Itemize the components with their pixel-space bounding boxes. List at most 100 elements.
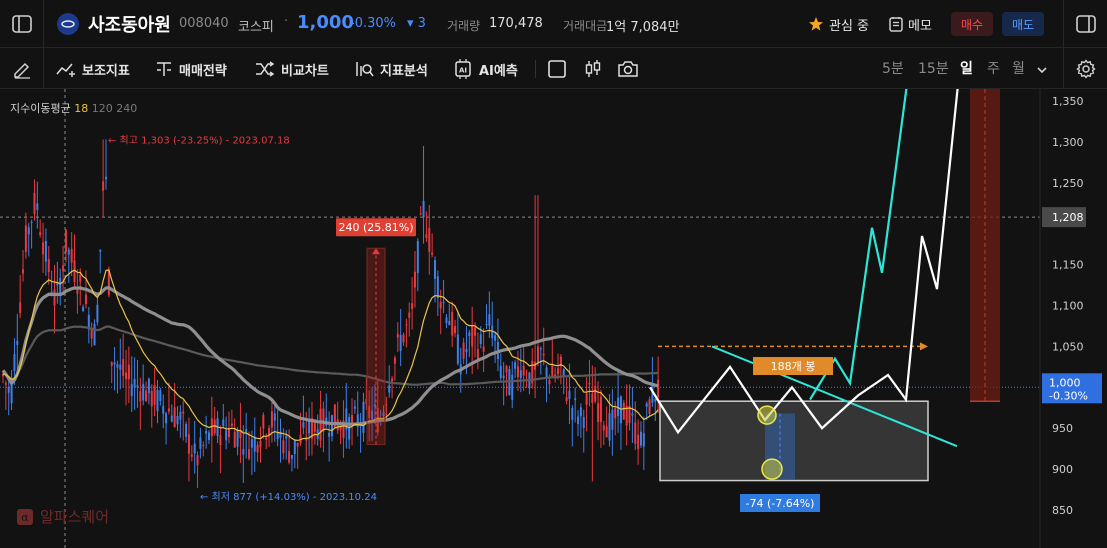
candle-body — [465, 349, 468, 353]
right-panel-toggle-button[interactable] — [1063, 0, 1107, 48]
candle-body — [256, 444, 259, 453]
candle-body — [147, 378, 150, 394]
candle-body — [516, 366, 519, 378]
candle-body — [439, 302, 442, 309]
candle-body — [7, 386, 10, 393]
buy-button[interactable]: 매수 — [951, 12, 993, 36]
watermark-text: 알파스퀘어 — [40, 508, 110, 526]
memo-label: 메모 — [908, 18, 932, 34]
memo-button[interactable]: 메모 — [889, 12, 932, 36]
candle-body — [185, 424, 188, 437]
candle-body — [551, 364, 554, 378]
layout-button[interactable] — [545, 57, 569, 81]
candle-body — [233, 431, 236, 448]
candle-body — [588, 383, 591, 385]
stock-header: 사조동아원 008040 코스피 · 1,000 -0.30% ▾ 3 거래량 … — [0, 0, 1107, 48]
favorite-button[interactable]: 관심 중 — [808, 12, 869, 36]
sidebar-toggle-button[interactable] — [0, 0, 44, 48]
candle-body — [428, 228, 431, 252]
candle-body — [250, 439, 253, 448]
timeframe-day[interactable]: 일 — [960, 58, 973, 78]
candle-body — [422, 200, 425, 218]
candle-body — [76, 289, 79, 294]
candle-body — [10, 384, 13, 404]
candle-body — [130, 384, 133, 397]
candle-body — [145, 390, 148, 402]
candle-body — [67, 249, 70, 255]
stock-name[interactable]: 사조동아원 — [88, 11, 171, 37]
candle-body — [167, 408, 170, 412]
ai-predict-button[interactable]: AI AI예측 — [453, 57, 518, 81]
candle-body — [282, 440, 285, 454]
timeframe-week[interactable]: 주 — [987, 58, 1000, 78]
price-tick-label: 1,250 — [1052, 177, 1084, 190]
candle-body — [471, 325, 474, 347]
chart-settings-button[interactable] — [1063, 48, 1107, 89]
candle-body — [582, 417, 585, 428]
candle-body — [502, 375, 505, 379]
candle-body — [27, 227, 30, 235]
candle-body — [150, 390, 153, 407]
stock-code: 008040 — [179, 16, 229, 31]
candle-body — [125, 372, 128, 380]
candle-body — [362, 401, 365, 433]
bars-count-label: 188개 봉 — [771, 360, 816, 373]
right-panel-icon — [1075, 15, 1096, 33]
candle-body — [499, 365, 502, 378]
price-chart[interactable]: 1,350 1,300 1,250 1,150 1,100 1,050 950 900 850 1… — [0, 89, 1107, 548]
candle-body — [182, 411, 185, 414]
candle-body — [236, 429, 239, 447]
candle-type-button[interactable] — [581, 57, 605, 81]
screenshot-button[interactable] — [616, 57, 640, 81]
candle-body — [319, 408, 322, 441]
candle — [622, 399, 625, 420]
candle-body — [113, 362, 116, 365]
svg-text:AI: AI — [459, 67, 467, 75]
sidebar-panel-icon — [11, 15, 32, 33]
candle-body — [393, 357, 396, 364]
timeframe-5min[interactable]: 5분 — [882, 58, 904, 78]
candle-body — [416, 241, 419, 273]
ma240-period: 240 — [116, 102, 138, 115]
candle-body — [405, 324, 408, 326]
chart-toolbar: 보조지표 매매전략 비교차트 지표분석 AI AI예측 5분 15분 일 주 월 — [0, 48, 1107, 89]
candle-body — [93, 323, 96, 346]
candle-body — [293, 440, 296, 454]
price-axis[interactable] — [1040, 89, 1107, 548]
crosshair-price-label: 1,208 — [1052, 211, 1084, 224]
sell-button[interactable]: 매도 — [1002, 12, 1044, 36]
candle-body — [408, 312, 411, 318]
separator-dot: · — [284, 14, 289, 29]
candle-body — [608, 413, 611, 441]
toolbar-divider — [535, 60, 536, 78]
timeframe-15min[interactable]: 15분 — [918, 58, 949, 78]
indicator-button[interactable]: 보조지표 — [56, 57, 130, 81]
candle-body — [39, 232, 42, 236]
candle-body — [79, 274, 82, 282]
timeframe-more-button[interactable] — [1036, 61, 1048, 80]
drawing-tool-button[interactable] — [0, 48, 44, 89]
candlestick-icon — [585, 60, 601, 77]
candle-body — [116, 364, 119, 368]
memo-icon — [889, 17, 903, 32]
compare-button[interactable]: 비교차트 — [255, 57, 329, 81]
candle-body — [599, 396, 602, 422]
candle-body — [579, 407, 582, 417]
candle-body — [127, 364, 130, 380]
candle-body — [156, 389, 159, 412]
candle-body — [219, 435, 222, 446]
timeframe-month[interactable]: 월 — [1012, 58, 1025, 78]
strategy-icon — [157, 62, 171, 76]
candle-body — [539, 348, 542, 350]
ma-legend[interactable]: 지수이동평균 18 120 240 — [10, 100, 137, 116]
candle-body — [585, 393, 588, 405]
candle-body — [391, 378, 394, 382]
candle-body — [36, 203, 39, 210]
analysis-button[interactable]: 지표분석 — [354, 57, 428, 81]
candle-body — [96, 304, 99, 323]
strategy-button[interactable]: 매매전략 — [155, 57, 227, 81]
candle-body — [222, 419, 225, 427]
candle-body — [476, 348, 479, 360]
price-tick-label: 900 — [1052, 463, 1073, 476]
candle-body — [479, 334, 482, 344]
